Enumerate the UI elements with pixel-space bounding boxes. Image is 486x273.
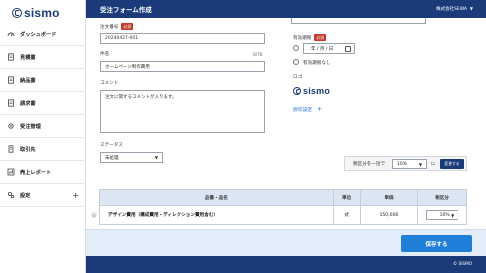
sidebar-item-label: 請求書 bbox=[20, 100, 36, 107]
tax-bulk-select[interactable]: 10% ▼ bbox=[392, 159, 427, 169]
chevron-down-icon[interactable]: ▼ bbox=[470, 6, 473, 11]
seal-settings-text: 捺印設定 bbox=[293, 108, 313, 113]
action-footer: 保存する bbox=[86, 229, 486, 256]
row-item-name[interactable]: デザイン費用（構成費用・ディレクション費用含む） bbox=[100, 206, 334, 224]
col-header-tax: 税区分 bbox=[435, 195, 450, 201]
col-header-item: 品番・品名 bbox=[100, 190, 334, 205]
gear-icon bbox=[7, 122, 15, 130]
tax-bulk-select-value: 10% bbox=[397, 161, 408, 167]
sidebar-item-sales-report[interactable]: 売上レポート bbox=[0, 161, 86, 184]
chevron-down-icon: ▼ bbox=[154, 155, 158, 160]
row-tax-value: 10% bbox=[439, 212, 450, 218]
row-tax-cell: 10% ▼ bbox=[418, 206, 466, 224]
document-icon bbox=[7, 99, 15, 107]
tax-bulk-label: 税区分を一括で bbox=[353, 162, 386, 167]
sidebar-item-dashboard[interactable]: ダッシュボード bbox=[0, 23, 86, 46]
calendar-icon[interactable] bbox=[345, 46, 351, 52]
col-header-unit: 単位 bbox=[334, 190, 361, 205]
document-icon bbox=[7, 76, 15, 84]
sidebar-item-clients[interactable]: 取引先 bbox=[0, 138, 86, 161]
page-title: 受注フォーム作成 bbox=[100, 6, 152, 14]
order-number-label-text: 注文番号 bbox=[100, 25, 119, 30]
row-price[interactable]: 150,000 bbox=[361, 206, 419, 224]
status-select[interactable]: 未処理 ▼ bbox=[100, 152, 163, 163]
subject-label: 件名 bbox=[100, 52, 110, 57]
top-header: 受注フォーム作成 株式会社SEWA ▼ bbox=[86, 0, 486, 18]
save-button[interactable]: 保存する bbox=[401, 235, 472, 252]
sidebar: sismo ダッシュボード 見積書 納品書 請求書 受注管理 取引先 売上レポー… bbox=[0, 0, 86, 273]
company-logo-preview: sismo bbox=[293, 86, 330, 96]
sidebar-item-label: 設定 bbox=[20, 192, 31, 199]
table-row: デザイン費用（構成費用・ディレクション費用含む） 式 150,000 10% ▼ bbox=[99, 206, 467, 225]
status-label: ステータス bbox=[100, 143, 123, 148]
chevron-down-icon: ▼ bbox=[418, 161, 422, 167]
chevron-down-icon: ▼ bbox=[451, 212, 455, 218]
validity-label: 有効期限 必須 bbox=[293, 34, 326, 41]
sidebar-item-orders[interactable]: 受注管理 bbox=[0, 115, 86, 138]
sidebar-item-label: 受注管理 bbox=[20, 123, 41, 130]
tax-bulk-apply-button[interactable]: 変更する bbox=[440, 159, 464, 169]
dashboard-icon bbox=[7, 30, 15, 38]
validity-label-text: 有効期限 bbox=[293, 36, 312, 41]
row-tax-select[interactable]: 10% ▼ bbox=[426, 210, 459, 220]
building-icon bbox=[7, 145, 15, 153]
no-deadline-label: 有効期限なし bbox=[303, 61, 331, 66]
table-header: 品番・品名 単位 単価 税区分 bbox=[99, 189, 467, 206]
document-icon bbox=[7, 53, 15, 61]
sidebar-nav: ダッシュボード 見積書 納品書 請求書 受注管理 取引先 売上レポート 設定 + bbox=[0, 23, 86, 207]
required-badge: 必須 bbox=[314, 34, 326, 41]
sidebar-item-label: ダッシュボード bbox=[20, 31, 57, 38]
date-placeholder: 年 / 月 / 日 bbox=[311, 46, 334, 52]
sidebar-item-label: 見積書 bbox=[20, 54, 36, 61]
partial-field bbox=[291, 18, 426, 24]
subject-counter: 0/70 bbox=[253, 52, 263, 57]
validity-date-input[interactable]: 年 / 月 / 日 bbox=[303, 43, 355, 54]
validity-date-radio[interactable] bbox=[293, 45, 299, 51]
row-remove-icon[interactable]: × bbox=[91, 212, 97, 218]
sidebar-item-label: 納品書 bbox=[20, 77, 36, 84]
logo-mark-icon bbox=[12, 8, 22, 18]
logo-preview-text: sismo bbox=[303, 86, 331, 96]
subject-input[interactable]: ホームページ制作費用 bbox=[100, 61, 265, 72]
sidebar-item-label: 取引先 bbox=[20, 146, 36, 153]
sidebar-item-settings[interactable]: 設定 + bbox=[0, 184, 86, 207]
logo-mark-icon bbox=[293, 87, 301, 95]
app-logo[interactable]: sismo bbox=[12, 6, 60, 20]
seal-settings-link[interactable]: 捺印設定 + bbox=[293, 105, 322, 113]
sidebar-item-estimates[interactable]: 見積書 bbox=[0, 46, 86, 69]
sidebar-item-label: 売上レポート bbox=[20, 169, 52, 176]
line-items-table: 品番・品名 単位 単価 税区分 デザイン費用（構成費用・ディレクション費用含む）… bbox=[99, 189, 467, 225]
plus-icon: + bbox=[316, 105, 323, 113]
order-number-input[interactable]: 20240427-001 bbox=[100, 33, 265, 44]
no-deadline-radio[interactable] bbox=[293, 59, 299, 65]
copyright: © SISMO bbox=[453, 261, 472, 266]
sidebar-item-invoices[interactable]: 請求書 bbox=[0, 92, 86, 115]
required-badge: 必須 bbox=[121, 23, 133, 30]
comment-textarea[interactable]: 注文に関するコメントが入ります。 bbox=[100, 90, 265, 133]
col-header-price: 単価 bbox=[361, 190, 419, 205]
sidebar-item-delivery[interactable]: 納品書 bbox=[0, 69, 86, 92]
row-unit[interactable]: 式 bbox=[334, 206, 361, 224]
tax-bulk-suffix: に bbox=[431, 162, 436, 167]
status-select-value: 未処理 bbox=[105, 155, 119, 161]
comment-label: コメント bbox=[100, 81, 119, 86]
company-menu[interactable]: 株式会社SEWA bbox=[436, 6, 467, 12]
logo-label: ロゴ bbox=[293, 75, 303, 80]
tax-bulk-bar: 税区分を一括で 10% ▼ に 変更する bbox=[344, 156, 467, 171]
report-icon bbox=[7, 168, 15, 176]
bottom-bar: © SISMO bbox=[86, 256, 486, 273]
settings-expand-icon[interactable]: + bbox=[72, 191, 79, 200]
logo-text: sismo bbox=[24, 6, 60, 20]
order-number-label: 注文番号 必須 bbox=[100, 23, 133, 30]
settings-icon bbox=[7, 191, 15, 199]
